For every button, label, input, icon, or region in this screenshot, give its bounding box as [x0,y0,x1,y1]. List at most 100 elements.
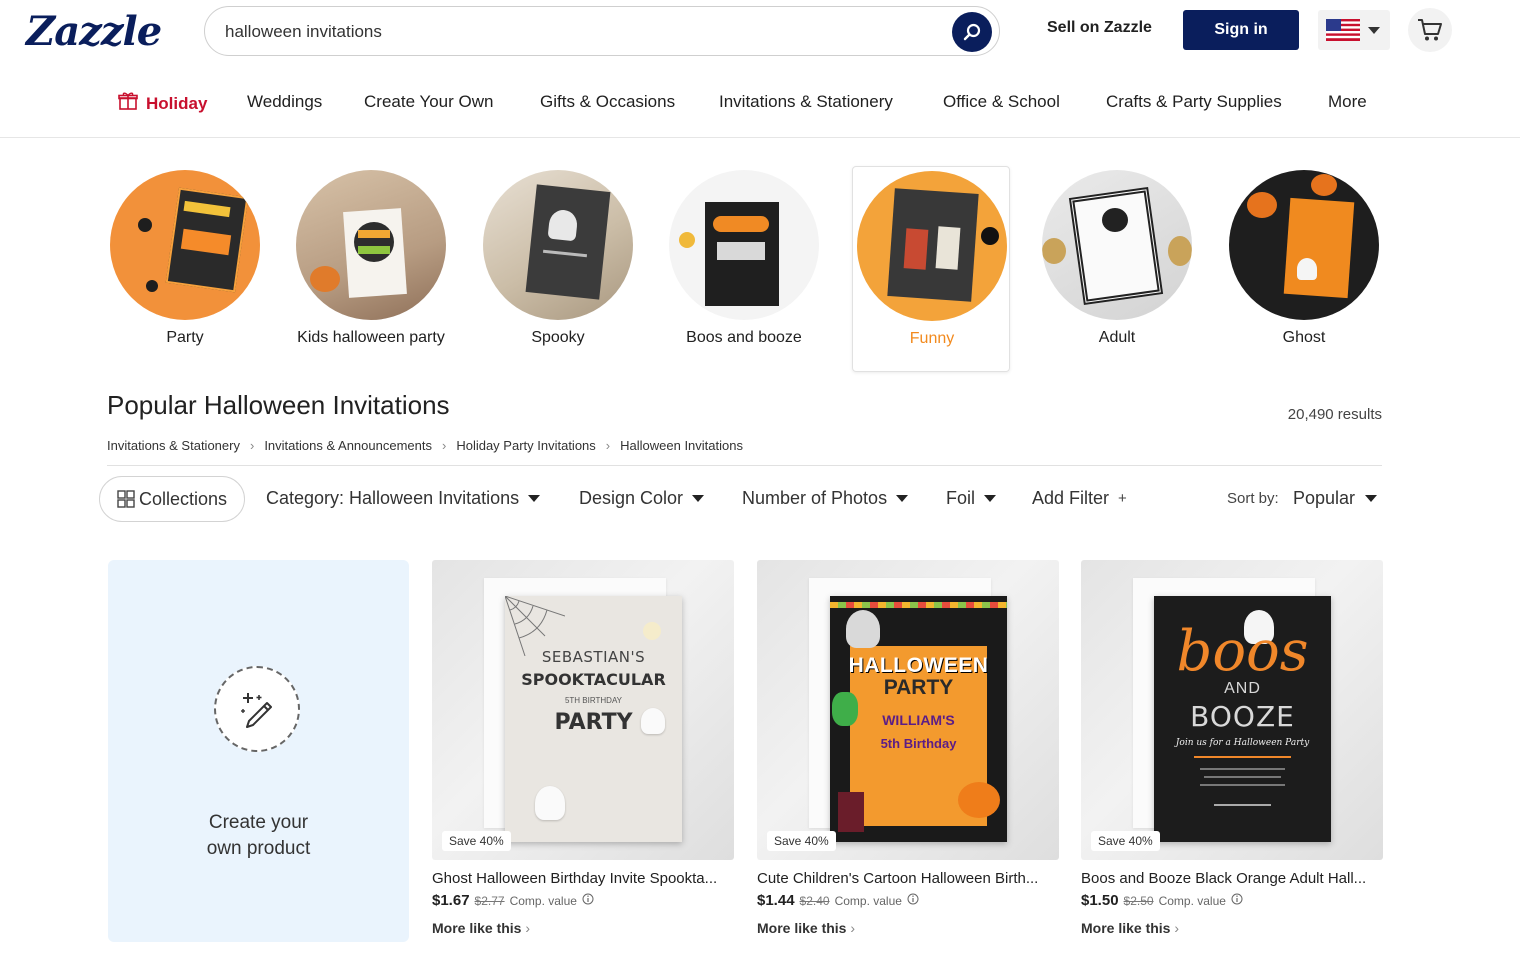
create-your-own-label: Create your own product [206,812,311,859]
category-funny[interactable]: Funny [852,166,1010,372]
category-image [110,170,260,320]
us-flag-icon [1326,19,1360,41]
card-text: SEBASTIAN'S [541,648,646,666]
comp-price: $2.77 [474,894,505,908]
zazzle-logo[interactable]: Zazzle [26,8,162,55]
signin-button[interactable]: Sign in [1183,10,1299,50]
nav-item-invitations-stationery[interactable]: Invitations & Stationery [719,92,893,112]
page-title: Popular Halloween Invitations [107,390,450,420]
filter-number-of-photos[interactable]: Number of Photos [742,488,909,509]
collections-button[interactable]: Collections [99,476,245,522]
results-count: 20,490 results [1287,406,1382,423]
caret-down-icon [692,495,705,502]
category-label: Boos and booze [686,329,802,346]
nav-item-holiday[interactable]: Holiday [118,92,207,114]
plus-icon: + [1118,490,1127,507]
filter-label: Design Color [579,488,684,508]
comp-value-label: Comp. value [834,894,902,908]
locale-button[interactable] [1318,10,1390,50]
more-like-this-link[interactable]: More like this › [1081,920,1179,936]
discount-badge: Save 40% [1091,831,1160,851]
more-like-this-link[interactable]: More like this › [432,920,530,936]
sell-link[interactable]: Sell on Zazzle [1047,19,1152,37]
card-text: HALLOWEEN [848,654,989,677]
info-icon[interactable] [907,893,919,905]
cart-button[interactable] [1408,8,1452,52]
price: $1.44 [757,892,795,909]
category-image [483,170,633,320]
caret-down-icon [896,495,909,502]
category-ghost[interactable]: Ghost [1225,166,1383,372]
product-title[interactable]: Boos and Booze Black Orange Adult Hall..… [1081,870,1383,887]
card-text: SPOOKTACULAR [521,670,666,689]
product-image[interactable]: boos AND BOOZE Join us for a Halloween P… [1081,560,1383,860]
category-boos-and-booze[interactable]: Boos and booze [665,166,823,372]
nav-item-gifts-occasions[interactable]: Gifts & Occasions [540,92,675,112]
category-spooky[interactable]: Spooky [479,166,637,372]
nav-item-weddings[interactable]: Weddings [247,92,322,112]
invitation-card: SEBASTIAN'S SPOOKTACULAR 5TH BIRTHDAY PA… [505,596,682,842]
filter-label: Category: Halloween Invitations [266,488,520,508]
product-title[interactable]: Ghost Halloween Birthday Invite Spookta.… [432,870,734,887]
card-text: boos [1176,619,1309,684]
breadcrumb-item[interactable]: Invitations & Announcements [264,438,432,453]
category-image [296,170,446,320]
filter-label: Foil [946,488,976,508]
comp-price: $2.50 [1123,894,1154,908]
product-card[interactable]: SEBASTIAN'S SPOOKTACULAR 5TH BIRTHDAY PA… [432,560,734,942]
add-filter-button[interactable]: Add Filter + [1032,488,1127,509]
caret-down-icon [1365,495,1378,502]
category-party[interactable]: Party [106,166,264,372]
price-row: $1.50 $2.50 Comp. value [1081,892,1243,909]
search-icon [963,23,981,41]
chevron-right-icon: › [850,920,856,936]
card-text: Join us for a Halloween Party [1175,738,1310,748]
more-like-this-link[interactable]: More like this › [757,920,855,936]
filter-category[interactable]: Category: Halloween Invitations [266,488,541,509]
sort-value: Popular [1293,488,1356,508]
search-button[interactable] [952,12,992,52]
product-card[interactable]: HALLOWEEN PARTY WILLIAM'S 5th Birthday S… [757,560,1059,942]
filter-label: Add Filter [1032,488,1110,508]
category-kids-halloween-party[interactable]: Kids halloween party [292,166,450,372]
category-label: Ghost [1282,329,1326,346]
info-icon[interactable] [1231,893,1243,905]
category-adult[interactable]: Adult [1038,166,1196,372]
card-text: AND [1224,680,1261,697]
nav-item-office-school[interactable]: Office & School [943,92,1060,112]
caret-down-icon [984,495,997,502]
create-icon-circle [214,666,300,752]
create-your-own-card[interactable]: Create your own product [108,560,409,942]
price: $1.67 [432,892,470,909]
filter-foil[interactable]: Foil [946,488,997,509]
breadcrumb-item[interactable]: Invitations & Stationery [107,438,240,453]
more-like-this-label: More like this [757,920,847,936]
product-title[interactable]: Cute Children's Cartoon Halloween Birth.… [757,870,1059,887]
comp-value-label: Comp. value [1158,894,1226,908]
category-label: Kids halloween party [297,329,445,346]
breadcrumb-item[interactable]: Halloween Invitations [620,438,743,453]
category-image [669,170,819,320]
grid-icon [117,490,135,508]
invitation-card: boos AND BOOZE Join us for a Halloween P… [1154,596,1331,842]
filter-design-color[interactable]: Design Color [579,488,705,509]
nav-item-crafts-party[interactable]: Crafts & Party Supplies [1106,92,1282,112]
search-input[interactable] [225,19,925,45]
breadcrumb: Invitations & Stationery › Invitations &… [107,438,743,453]
nav-item-create-your-own[interactable]: Create Your Own [364,92,493,112]
sort-dropdown[interactable]: Popular [1293,488,1378,509]
spiderweb-icon [505,596,565,656]
comp-value-label: Comp. value [509,894,577,908]
product-image[interactable]: HALLOWEEN PARTY WILLIAM'S 5th Birthday S… [757,560,1059,860]
product-card[interactable]: boos AND BOOZE Join us for a Halloween P… [1081,560,1383,942]
nav-item-more[interactable]: More [1328,92,1367,112]
card-text: BOOZE [1190,700,1295,733]
gift-icon [118,92,138,110]
product-image[interactable]: SEBASTIAN'S SPOOKTACULAR 5TH BIRTHDAY PA… [432,560,734,860]
breadcrumb-item[interactable]: Holiday Party Invitations [456,438,595,453]
filter-bar: Collections Category: Halloween Invitati… [0,474,1520,524]
chevron-right-icon: › [525,920,531,936]
info-icon[interactable] [582,893,594,905]
category-image [1042,170,1192,320]
main-nav: Holiday Weddings Create Your Own Gifts &… [0,78,1520,138]
